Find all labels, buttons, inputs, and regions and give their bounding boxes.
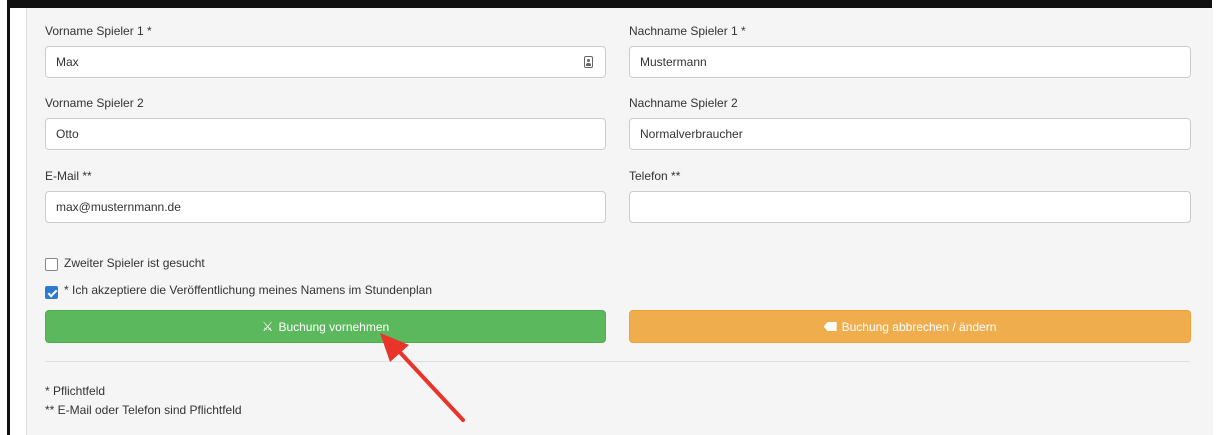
red-annotation-arrow-icon	[380, 333, 465, 422]
